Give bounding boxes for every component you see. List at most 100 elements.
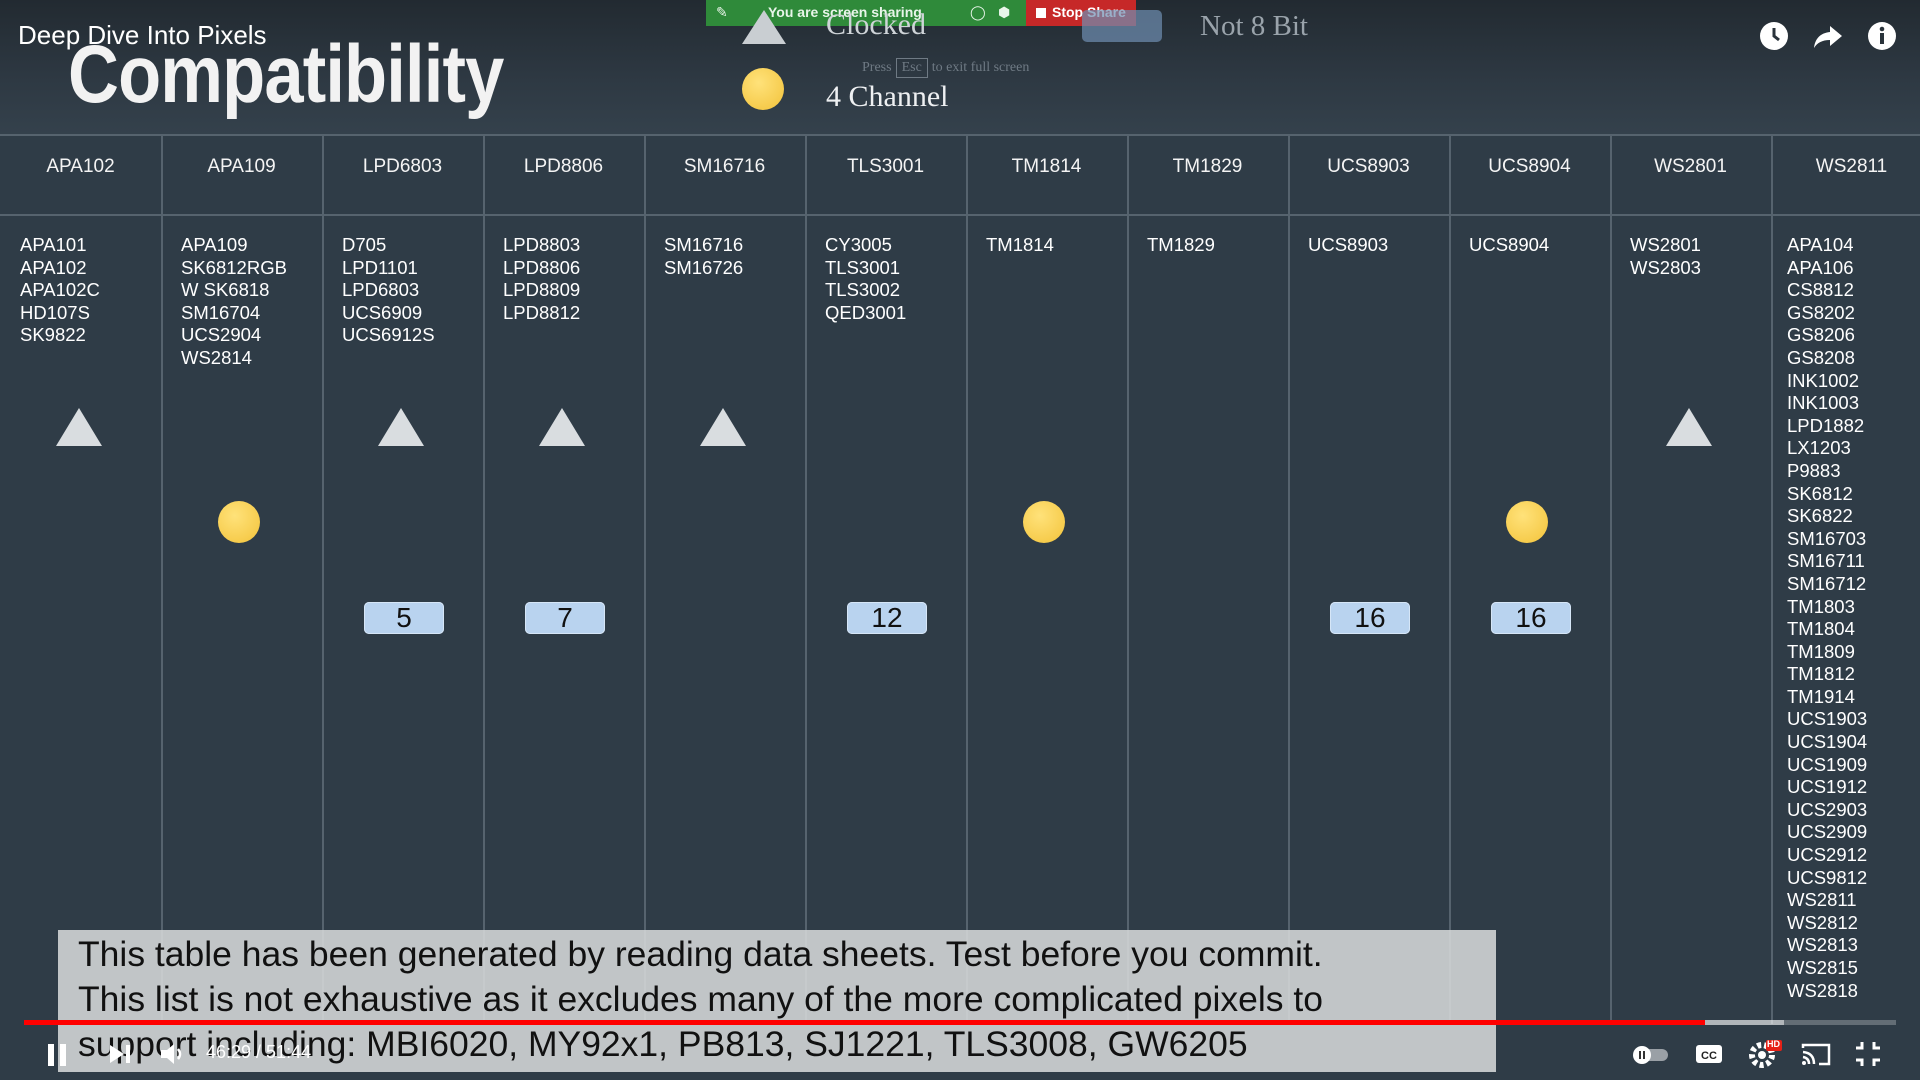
table-column: UCS8904 UCS8904 16 [1449,134,1612,1024]
column-header: APA102 [46,156,115,177]
list-item: UCS9812 [1787,866,1868,888]
table-column: LPD8806 LPD8803 LPD8806 LPD8809 LPD8812 7 [483,134,646,1024]
esc-hint-press: Press [862,60,892,75]
list-item: TM1914 [1787,685,1855,707]
table-column: TM1814 TM1814 [966,134,1129,1024]
list-item: APA104 [1787,234,1854,255]
list-item: CS8812 [1787,279,1854,301]
table-column: WS2811 APA104 APA106 CS8812 GS8202 GS8206 GS82… [1771,134,1920,1024]
four-channel-circle-icon [1023,501,1065,543]
list-item: WS2803 [1630,256,1701,278]
list-item: CY3005 [825,234,892,255]
list-item: LPD8806 [503,256,581,278]
list-item: INK1002 [1787,369,1859,391]
clock-icon[interactable] [1758,20,1790,52]
list-item: APA102C [20,279,100,301]
table-column: APA102 APA101 APA102 APA102C HD107S SK9822 [0,134,163,1024]
list-item: APA101 [20,234,87,255]
share-icon[interactable] [1812,20,1844,52]
svg-text:CC: CC [1701,1050,1717,1062]
info-icon[interactable] [1866,20,1898,52]
list-item: LPD6803 [342,279,420,301]
list-item: GS8202 [1787,301,1855,323]
legend-rect-icon [1082,10,1162,42]
clocked-triangle-icon [539,408,585,446]
list-item: UCS1909 [1787,753,1868,775]
column-header: LPD8806 [523,156,604,177]
list-item: TM1804 [1787,618,1855,640]
list-item: W SK6818 [181,279,270,301]
next-icon[interactable] [104,1038,136,1070]
table-column: WS2801 WS2801 WS2803 [1610,134,1773,1024]
table-column: UCS8903 UCS8903 16 [1288,134,1451,1024]
list-item: UCS2912 [1787,844,1868,866]
list-item: UCS2904 [181,324,262,346]
list-item: WS2815 [1787,957,1858,978]
progress-played[interactable] [24,1020,1705,1025]
column-header: APA109 [207,156,276,177]
list-item: UCS1903 [1787,708,1868,730]
compatible-pixel-list: APA109 SK6812RGB W SK6818 SM16704 UCS2904 WS2… [181,234,287,370]
column-header: UCS8903 [1327,156,1410,177]
bit-depth-badge: 5 [364,602,444,634]
hd-badge: HD [1767,1039,1780,1049]
compatible-pixel-list: APA101 APA102 APA102C HD107S SK9822 [20,234,100,347]
compatible-pixel-list: UCS8903 [1308,234,1388,257]
pause-share-icon[interactable]: ◯ [970,4,986,21]
list-item: WS2812 [1787,911,1858,933]
list-item: SK9822 [20,324,86,346]
cc-icon[interactable]: CC [1692,1038,1726,1070]
list-item: QED3001 [825,301,907,323]
clocked-triangle-icon [1666,408,1712,446]
exit-fullscreen-icon[interactable] [1852,1038,1884,1070]
list-item: GS8208 [1787,346,1855,368]
compatible-pixel-list: D705 LPD1101 LPD6803 UCS6909 UCS6912S [342,234,435,347]
legend-not8bit-label: Not 8 Bit [1200,10,1308,42]
esc-key: Esc [895,58,928,78]
legend-clocked-label: Clocked [826,8,926,38]
time-display: 46:29 / 51:44 [206,1042,312,1062]
list-item: LPD8809 [503,279,581,301]
volume-icon[interactable] [156,1038,190,1070]
list-item: TM1829 [1147,234,1215,255]
list-item: SM16716 [664,234,744,255]
list-item: UCS8903 [1308,234,1389,255]
compatible-pixel-list: WS2801 WS2803 [1630,234,1701,279]
list-item: WS2811 [1787,889,1857,911]
table-column: APA109 APA109 SK6812RGB W SK6818 SM16704 UCS2… [161,134,324,1024]
list-item: APA106 [1787,256,1854,278]
table-column: TM1829 TM1829 [1127,134,1290,1024]
list-item: INK1003 [1787,392,1859,414]
list-item: SM16703 [1787,527,1867,549]
list-item: WS2813 [1787,934,1858,956]
column-header: LPD6803 [362,156,443,177]
autoplay-toggle-icon[interactable] [1630,1038,1670,1070]
legend-triangle-icon [742,10,786,44]
clocked-triangle-icon [700,408,746,446]
shield-icon[interactable]: ⬢ [998,4,1010,21]
list-item: UCS2903 [1787,798,1868,820]
pencil-icon[interactable]: ✎ [716,4,728,21]
list-item: SM16712 [1787,572,1867,594]
list-item: TM1814 [986,234,1054,255]
compatible-pixel-list: SM16716 SM16726 [664,234,743,279]
compatible-pixel-list: UCS8904 [1469,234,1549,257]
gear-icon[interactable]: HD [1746,1038,1782,1070]
list-item: WS2814 [181,346,252,368]
list-item: TM1803 [1787,595,1855,617]
list-item: UCS2909 [1787,821,1868,843]
pause-icon[interactable] [44,1038,70,1070]
list-item: SK6812 [1787,482,1853,504]
table-column: SM16716 SM16716 SM16726 [644,134,807,1024]
list-item: D705 [342,234,387,255]
slide-title: Compatibility [68,29,504,120]
cast-icon[interactable] [1798,1038,1834,1070]
table-column: LPD6803 D705 LPD1101 LPD6803 UCS6909 UCS6912S… [322,134,485,1024]
legend-circle-icon [742,68,784,110]
list-item: SM16704 [181,301,261,323]
list-item: SK6812RGB [181,256,287,278]
list-item: SM16711 [1787,550,1865,572]
list-item: UCS8904 [1469,234,1550,255]
list-item: TM1809 [1787,640,1855,662]
list-item: SM16726 [664,256,744,278]
